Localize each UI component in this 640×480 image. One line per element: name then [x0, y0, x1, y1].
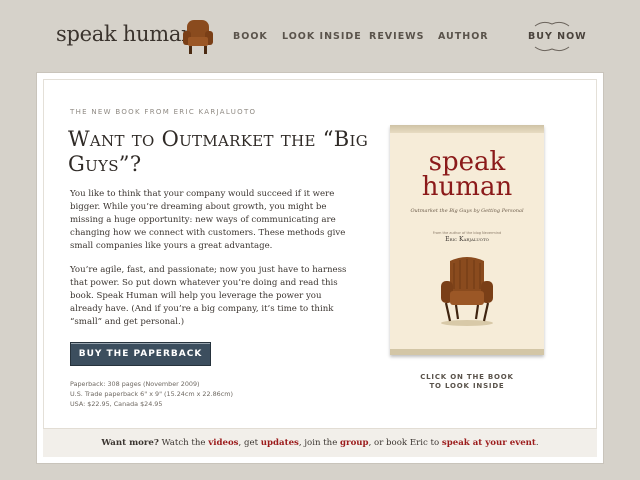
book-caption-line2: TO LOOK INSIDE	[429, 382, 505, 390]
nav-look-inside[interactable]: LOOK INSIDE	[282, 31, 362, 42]
book-from-line: From the author of the blog Nevermind	[432, 231, 502, 235]
flourish-icon	[534, 46, 570, 52]
footer-text: Watch the	[158, 438, 209, 448]
nav-book[interactable]: BOOK	[233, 31, 268, 42]
headline: Want to Outmarket the “Big Guys”?	[68, 127, 368, 176]
book-caption[interactable]: CLICK ON THE BOOK TO LOOK INSIDE	[407, 373, 527, 391]
main-card: THE NEW BOOK FROM ERIC KARJALUOTO Want t…	[36, 72, 604, 464]
book-cover[interactable]: speak human Outmarket the Big Guys by Ge…	[390, 125, 544, 355]
footer-text: .	[535, 438, 539, 448]
book-title: speak human	[390, 149, 544, 202]
book-bottom-edge	[390, 349, 544, 355]
intro-paragraph: You like to think that your company woul…	[70, 189, 346, 251]
book-caption-line1: CLICK ON THE BOOK	[420, 373, 514, 381]
book-specs: Paperback: 308 pages (November 2009) U.S…	[70, 379, 233, 409]
spec-price: USA: $22.95, Canada $24.95	[70, 400, 163, 408]
footer-text: , get	[238, 438, 261, 448]
footer-bar: Want more? Watch the videos, get updates…	[43, 428, 597, 457]
speak-at-event-link[interactable]: speak at your event	[442, 438, 536, 448]
armchair-icon	[441, 257, 493, 326]
videos-link[interactable]: videos	[208, 438, 238, 448]
pitch-paragraph: You’re agile, fast, and passionate; now …	[70, 265, 347, 327]
book-top-edge	[390, 125, 544, 133]
book-title-line2: human	[421, 172, 513, 202]
buy-now-link[interactable]: BUY NOW	[528, 31, 587, 42]
footer-text: , or book Eric to	[368, 438, 442, 448]
updates-link[interactable]: updates	[261, 438, 299, 448]
footer-text: , join the	[298, 438, 341, 448]
flourish-icon	[534, 21, 570, 27]
spec-size: U.S. Trade paperback 6" x 9" (15.24cm x …	[70, 390, 233, 398]
buy-paperback-button[interactable]: BUY THE PAPERBACK	[70, 342, 211, 366]
spec-pages: Paperback: 308 pages (November 2009)	[70, 380, 200, 388]
want-more-label: Want more?	[101, 438, 159, 448]
nav-reviews[interactable]: REVIEWS	[369, 31, 425, 42]
kicker: THE NEW BOOK FROM ERIC KARJALUOTO	[70, 108, 257, 116]
group-link[interactable]: group	[340, 438, 369, 448]
armchair-logo-icon	[183, 20, 213, 54]
book-author: Eric Karjaluoto	[445, 236, 489, 243]
site-logo[interactable]: speak human	[56, 22, 195, 46]
book-subtitle: Outmarket the Big Guys by Getting Person…	[410, 208, 524, 214]
nav-author[interactable]: AUTHOR	[438, 31, 489, 42]
